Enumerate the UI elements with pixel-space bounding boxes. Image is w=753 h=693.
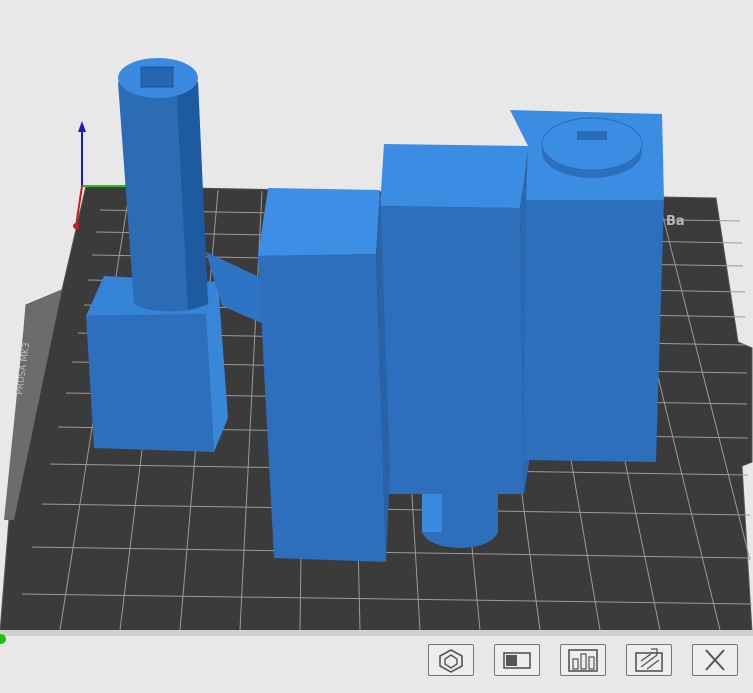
round-boss-slot bbox=[577, 131, 607, 140]
middle-block-front bbox=[378, 206, 524, 494]
arrange-button[interactable] bbox=[560, 644, 606, 676]
3d-viewport[interactable]: Ba PRUSA MK3 bbox=[0, 0, 753, 689]
layers-icon bbox=[635, 648, 663, 672]
right-block-front bbox=[524, 200, 664, 462]
scene-canvas: Ba PRUSA MK3 bbox=[0, 58, 753, 636]
z-axis-arrow bbox=[78, 121, 86, 132]
front-block-front bbox=[258, 254, 386, 562]
arrange-icon bbox=[568, 649, 598, 672]
object-view-button[interactable] bbox=[428, 644, 474, 676]
close-button[interactable] bbox=[692, 644, 738, 676]
layers-button[interactable] bbox=[626, 644, 672, 676]
cut-button[interactable] bbox=[494, 644, 540, 676]
cut-icon bbox=[503, 652, 531, 669]
tall-cylinder-hole bbox=[140, 66, 174, 88]
front-block-top bbox=[258, 188, 380, 256]
bed-label-top: Ba bbox=[666, 214, 685, 229]
bed-front-edge bbox=[0, 630, 753, 636]
bottom-toolbar bbox=[428, 644, 738, 684]
middle-block-top bbox=[380, 144, 528, 208]
x-axis-tip bbox=[73, 223, 79, 229]
left-base-block-front bbox=[86, 314, 214, 452]
object-view-icon bbox=[439, 649, 463, 673]
round-boss-top bbox=[541, 117, 643, 171]
close-icon bbox=[705, 649, 725, 671]
